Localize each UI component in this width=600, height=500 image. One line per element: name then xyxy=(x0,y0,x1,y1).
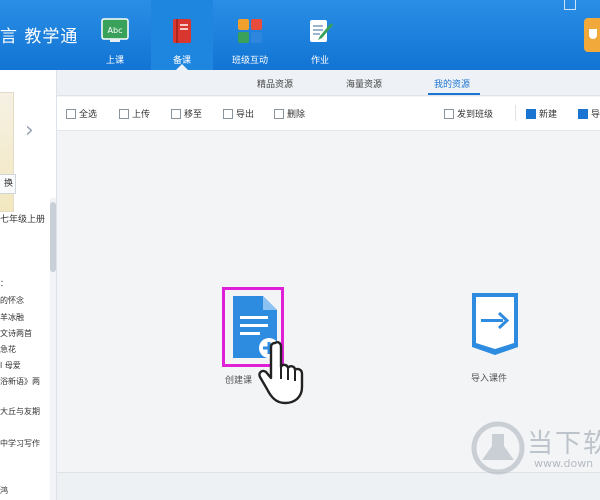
plus-icon xyxy=(526,109,536,119)
send-to-class-label: 发到班级 xyxy=(457,110,494,120)
lesson-item[interactable]: ： xyxy=(0,278,8,289)
import-courseware-button[interactable] xyxy=(470,291,520,357)
tab-premium-resources[interactable]: 精品资源 xyxy=(257,77,293,90)
lesson-item[interactable]: 大丘与友期 xyxy=(0,406,40,417)
nav-label: 作业 xyxy=(310,56,329,66)
delete-button[interactable]: 删除 xyxy=(274,107,305,120)
move-icon xyxy=(171,109,181,119)
lesson-item[interactable]: l 母爱 xyxy=(0,360,21,371)
send-to-class-button[interactable]: 发到班级 xyxy=(444,107,493,120)
lesson-item[interactable]: 中学习写作 xyxy=(0,438,40,449)
export-label: 导出 xyxy=(236,110,255,120)
lesson-item[interactable]: 浴新语》两 xyxy=(0,376,40,387)
active-tab-indicator xyxy=(428,93,480,95)
upload-label: 上传 xyxy=(132,110,151,120)
lesson-item[interactable]: 急花 xyxy=(0,344,16,355)
tab-massive-resources[interactable]: 海量资源 xyxy=(346,77,382,90)
textbook-panel: › 换 七年级上册 ： 的怀念 羊冰融 文诗两首 急花 l 母爱 浴新语》两 大… xyxy=(0,70,57,500)
import-toolbar-label: 导 xyxy=(591,110,600,120)
create-courseware-label: 创建课 xyxy=(225,376,253,386)
app-window: 言 教学通 Abc 上课 备课 班级互动 作业 › 换 七年级上册 ： 的怀念 … xyxy=(0,0,600,500)
user-badge-icon[interactable] xyxy=(584,18,600,52)
import-icon xyxy=(578,109,588,119)
move-label: 移至 xyxy=(184,110,203,120)
status-bar xyxy=(57,472,600,500)
export-icon xyxy=(223,109,233,119)
lesson-item[interactable]: 的怀念 xyxy=(0,295,24,306)
blackboard-abc-icon: Abc xyxy=(101,18,129,42)
import-toolbar-button[interactable]: 导 xyxy=(578,107,600,120)
select-all-checkbox[interactable]: 全选 xyxy=(66,107,97,120)
top-navigation-bar: 言 教学通 Abc 上课 备课 班级互动 作业 xyxy=(0,0,600,70)
lesson-item[interactable]: 文诗两首 xyxy=(0,328,32,339)
toolbar-divider xyxy=(515,105,516,121)
checkbox-icon xyxy=(66,109,76,119)
nav-label: 备课 xyxy=(172,56,191,66)
svg-text:Abc: Abc xyxy=(108,26,123,35)
import-courseware-label: 导入课件 xyxy=(471,374,508,384)
class-interaction-icon xyxy=(238,19,262,43)
export-button[interactable]: 导出 xyxy=(223,107,254,120)
upload-icon xyxy=(119,109,129,119)
nav-label: 班级互动 xyxy=(231,56,268,66)
send-icon xyxy=(444,109,454,119)
nav-item-class-interaction[interactable]: 班级互动 xyxy=(219,0,281,70)
window-restore-button[interactable] xyxy=(564,0,576,10)
nav-item-class[interactable]: Abc 上课 xyxy=(84,0,146,70)
resource-toolbar: 全选 上传 移至 导出 删除 发到班级 新建 导 xyxy=(57,97,600,131)
lesson-item[interactable]: 羊冰融 xyxy=(0,312,24,323)
delete-label: 删除 xyxy=(287,110,306,120)
book-icon xyxy=(173,19,191,43)
homework-pencil-icon xyxy=(310,20,333,42)
resource-tabs: 精品资源 海量资源 我的资源 xyxy=(57,70,600,96)
import-courseware-icon xyxy=(472,293,518,355)
new-button[interactable]: 新建 xyxy=(526,107,557,120)
hand-pointer-cursor-icon xyxy=(258,341,304,405)
lesson-item[interactable]: 鸿 xyxy=(0,485,8,496)
textbook-cover[interactable] xyxy=(0,92,14,212)
chevron-right-icon[interactable]: › xyxy=(25,118,34,143)
app-title: 言 教学通 xyxy=(0,27,79,47)
watermark-text: 当下软 xyxy=(527,429,600,459)
watermark-logo xyxy=(471,421,525,475)
watermark-url: www.down xyxy=(534,457,594,470)
nav-item-homework[interactable]: 作业 xyxy=(289,0,351,70)
move-to-button[interactable]: 移至 xyxy=(171,107,202,120)
nav-label: 上课 xyxy=(105,56,124,66)
upload-button[interactable]: 上传 xyxy=(119,107,150,120)
scrollbar-thumb[interactable] xyxy=(50,202,56,272)
tab-my-resources[interactable]: 我的资源 xyxy=(434,77,470,90)
trash-icon xyxy=(274,109,284,119)
select-all-label: 全选 xyxy=(79,110,98,120)
new-label: 新建 xyxy=(539,110,558,120)
change-book-button[interactable]: 换 xyxy=(0,174,16,194)
grade-label: 七年级上册 xyxy=(0,215,46,225)
nav-item-prepare[interactable]: 备课 xyxy=(151,0,213,70)
